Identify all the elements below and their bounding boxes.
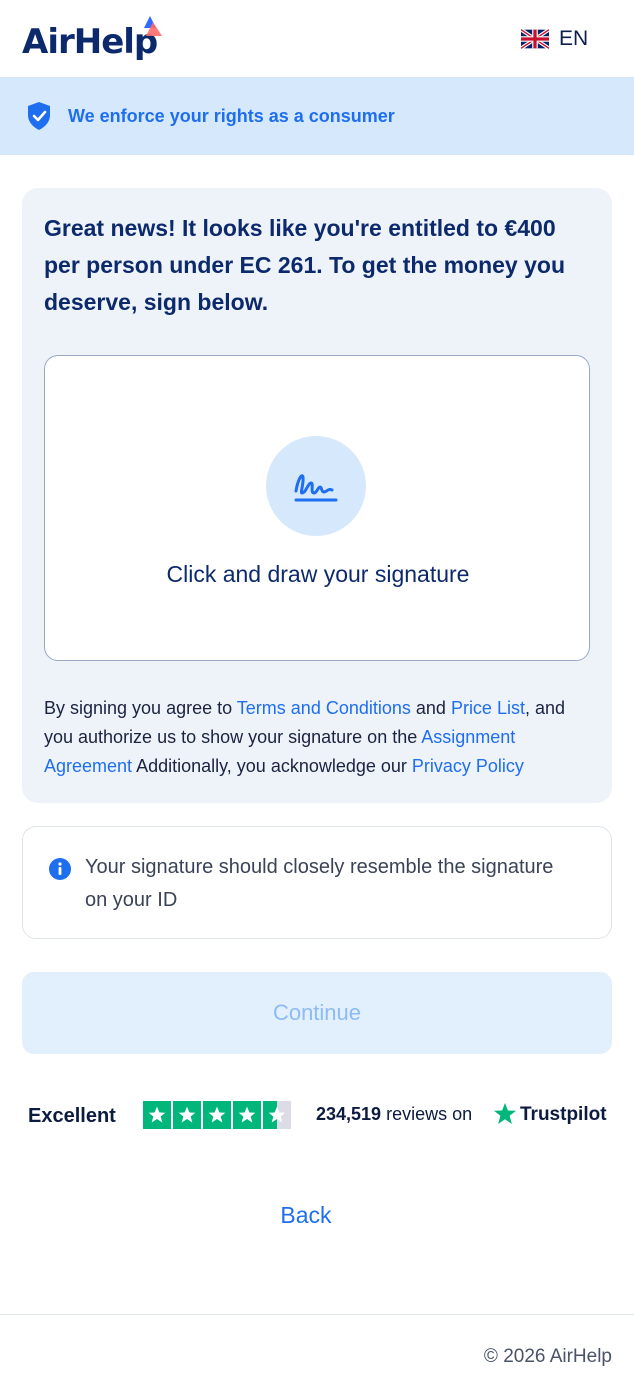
price-list-link[interactable]: Price List [451, 698, 525, 718]
uk-flag-icon [521, 29, 549, 49]
signature-icon-circle [266, 436, 366, 536]
star-icon [143, 1101, 171, 1129]
terms-text: By signing you agree to Terms and Condit… [44, 694, 596, 781]
privacy-policy-link[interactable]: Privacy Policy [412, 756, 524, 776]
trustpilot-stars [143, 1101, 291, 1129]
terms-and-conditions-link[interactable]: Terms and Conditions [237, 698, 411, 718]
header: AirHelp EN [0, 0, 634, 77]
language-selector[interactable]: EN [521, 27, 588, 51]
footer-divider [0, 1314, 634, 1315]
signature-icon [294, 474, 338, 502]
trustpilot-star-icon [494, 1103, 516, 1124]
trustpilot-review-count: 234,519 reviews on [316, 1104, 472, 1125]
info-icon [49, 858, 71, 880]
consumer-rights-banner: We enforce your rights as a consumer [0, 77, 634, 155]
copyright-text: © 2026 AirHelp [483, 1346, 612, 1367]
terms-after: Additionally, you acknowledge our [132, 756, 412, 776]
continue-button[interactable]: Continue [22, 972, 612, 1054]
logo-mark-icon [144, 16, 162, 36]
signature-info-box: Your signature should closely resemble t… [22, 826, 612, 939]
terms-and: and [410, 698, 451, 718]
trustpilot-brand: Trustpilot [520, 1104, 607, 1125]
language-label: EN [559, 27, 589, 50]
star-icon [233, 1101, 261, 1129]
signature-pad[interactable]: Click and draw your signature [44, 355, 590, 661]
trustpilot-rating-label: Excellent [28, 1104, 116, 1127]
signature-card: Great news! It looks like you're entitle… [22, 188, 612, 803]
star-icon [173, 1101, 201, 1129]
airhelp-logo[interactable]: AirHelp [22, 22, 158, 62]
review-count-number: 234,519 [316, 1104, 382, 1124]
info-text: Your signature should closely resemble t… [85, 856, 554, 911]
half-star-icon [263, 1101, 291, 1129]
banner-text: We enforce your rights as a consumer [68, 105, 395, 126]
shield-check-icon [28, 102, 50, 130]
entitlement-headline: Great news! It looks like you're entitle… [44, 215, 566, 315]
star-icon [203, 1101, 231, 1129]
back-link[interactable]: Back [0, 1202, 612, 1229]
reviews-on-text: reviews on [386, 1104, 473, 1124]
trustpilot-widget[interactable]: Excellent 234,519 reviews on Trustpilot [28, 1101, 608, 1131]
signature-pad-label: Click and draw your signature [166, 561, 470, 587]
terms-prefix: By signing you agree to [44, 698, 237, 718]
